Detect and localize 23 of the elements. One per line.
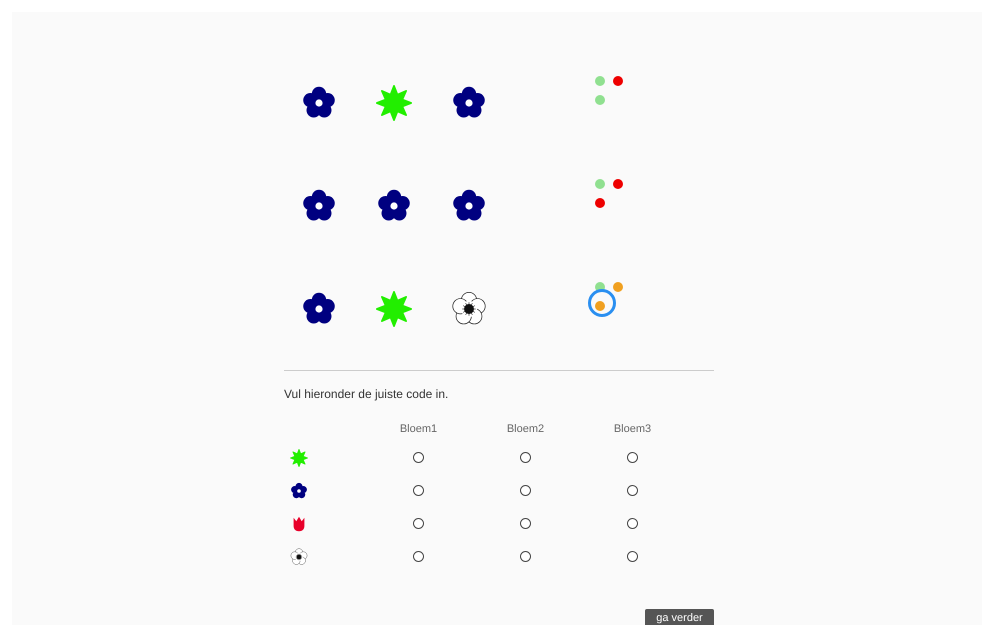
five-petal-flower-icon <box>290 482 308 500</box>
radio-button[interactable] <box>413 551 424 562</box>
instruction-text: Vul hieronder de juiste code in. <box>284 387 450 401</box>
radio-button[interactable] <box>413 452 424 463</box>
radio-button[interactable] <box>627 518 638 529</box>
column-header: Bloem2 <box>506 423 544 435</box>
radio-button[interactable] <box>627 551 638 562</box>
radio-button[interactable] <box>627 485 638 496</box>
radio-button[interactable] <box>520 518 531 529</box>
radio-button[interactable] <box>520 485 531 496</box>
anemone-flower-icon <box>290 548 308 566</box>
radio-button[interactable] <box>413 485 424 496</box>
radio-button[interactable] <box>413 518 424 529</box>
anemone-flower-icon <box>451 291 487 327</box>
radio-button[interactable] <box>627 452 638 463</box>
continue-button[interactable]: ga verder <box>645 609 714 625</box>
column-header: Bloem1 <box>400 423 438 435</box>
star-flower-icon <box>376 85 412 121</box>
star-flower-icon <box>376 291 412 327</box>
column-header: Bloem3 <box>614 423 652 435</box>
star-flower-icon <box>290 448 308 466</box>
radio-button[interactable] <box>520 551 531 562</box>
radio-button[interactable] <box>520 452 531 463</box>
